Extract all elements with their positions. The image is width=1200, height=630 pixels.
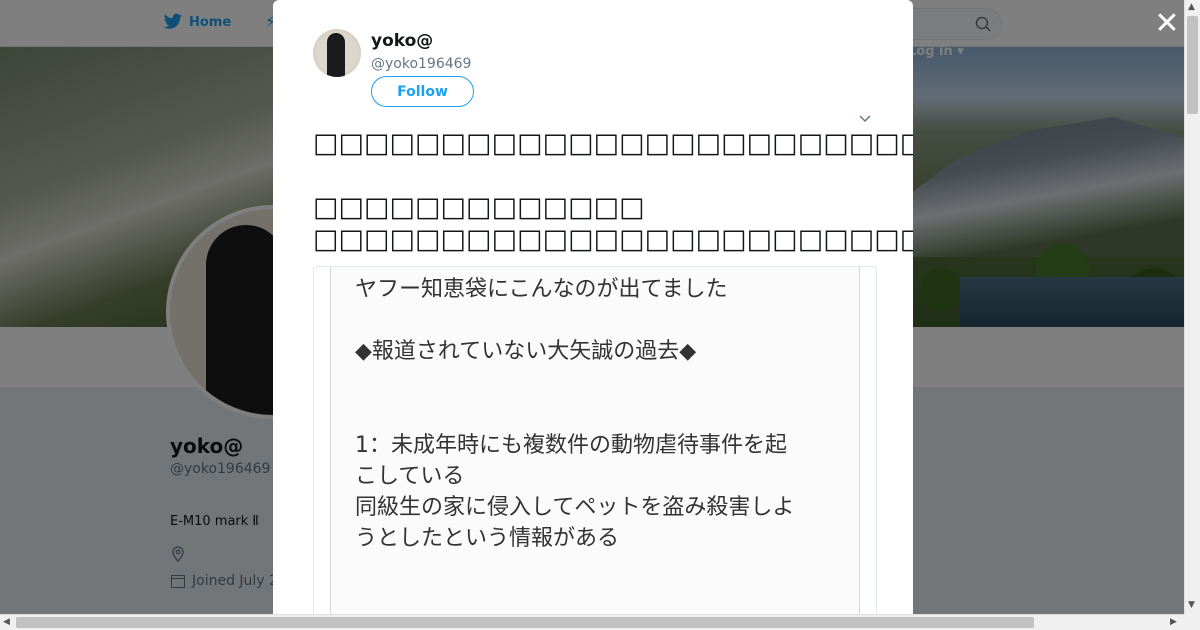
tweet-modal: yoko@ @yoko196469 Follow □□□□□□□□□□□□□□□… [273, 0, 913, 614]
media-line: ヤフー知恵袋にこんなのが出てました [355, 277, 728, 302]
media-line: 同級生の家に侵入してペットを盗み殺害しよ [355, 495, 795, 520]
scroll-right-icon[interactable]: ▶ [1170, 617, 1177, 627]
chevron-down-icon[interactable] [857, 110, 873, 126]
media-screenshot: ヤフー知恵袋にこんなのが出てました ◆報道されていない大矢誠の過去◆ 1：未成年… [330, 267, 860, 614]
tweet-author-name[interactable]: yoko@ [371, 31, 433, 51]
tweet-author-avatar[interactable] [313, 29, 361, 77]
media-line: ◆報道されていない大矢誠の過去◆ [355, 339, 697, 364]
vertical-scroll-thumb[interactable] [1187, 16, 1198, 114]
tweet-text: □□□□□□□□□□□□□□□□□□□□□□□□□ □□□□□□□□□□□□□ … [313, 128, 913, 255]
follow-button[interactable]: Follow [371, 76, 474, 107]
vertical-scrollbar[interactable]: ▲ ▼ [1184, 0, 1200, 614]
scroll-left-icon[interactable]: ◀ [3, 617, 10, 627]
media-line: こしている [355, 464, 465, 489]
cat-statue-image [327, 33, 345, 77]
close-icon[interactable]: ✕ [1154, 9, 1180, 39]
media-line: 1：未成年時にも複数件の動物虐待事件を起 [355, 433, 787, 458]
tweet-media[interactable]: ヤフー知恵袋にこんなのが出てました ◆報道されていない大矢誠の過去◆ 1：未成年… [313, 266, 877, 614]
scrollbar-corner [1184, 614, 1200, 630]
scroll-up-icon[interactable]: ▲ [1188, 2, 1195, 12]
media-line: うとしたという情報がある [355, 526, 620, 551]
horizontal-scrollbar[interactable]: ◀ ▶ [0, 614, 1184, 630]
scroll-down-icon[interactable]: ▼ [1188, 600, 1195, 610]
tweet-author-handle[interactable]: @yoko196469 [371, 56, 471, 72]
horizontal-scroll-thumb[interactable] [16, 617, 1034, 628]
